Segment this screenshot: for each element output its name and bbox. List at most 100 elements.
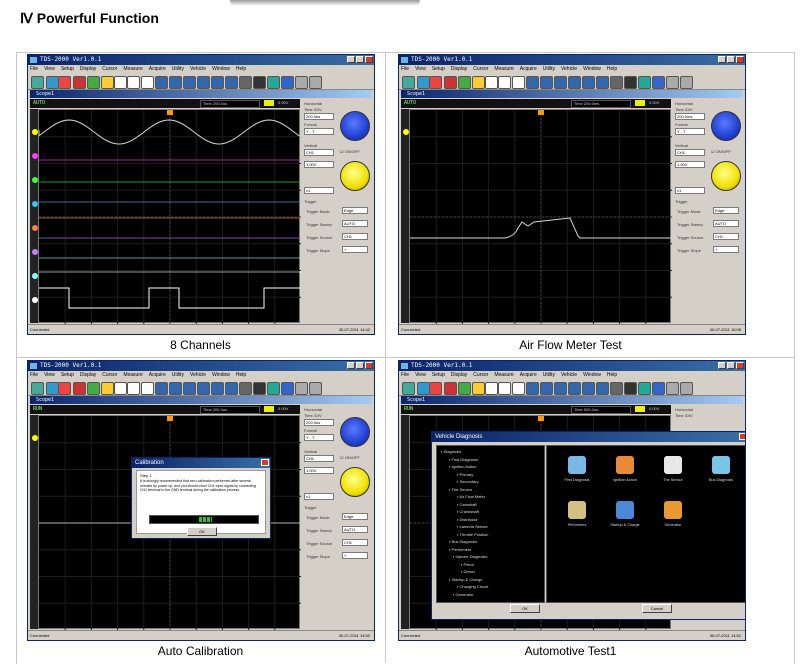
tree-item[interactable]: ▪ Bus Diagnosis (449, 539, 477, 544)
tree-item[interactable]: ▪ Startup & Charge (449, 577, 482, 582)
volt-knob[interactable] (340, 161, 370, 191)
window-titlebar[interactable]: TDS-2000 Ver1.0.1 (399, 55, 745, 65)
step-icon[interactable] (253, 382, 266, 395)
window-titlebar[interactable]: TDS-2000 Ver1.0.1 (28, 361, 374, 371)
trigger-slope-select[interactable]: + (342, 552, 368, 559)
menu-item-utility[interactable]: Utility (543, 371, 555, 379)
maximize-button[interactable] (356, 56, 364, 63)
menu-item-measure[interactable]: Measure (494, 371, 513, 379)
time-knob[interactable] (340, 417, 370, 447)
open-icon[interactable] (31, 382, 44, 395)
tree-item[interactable]: ▪ Primary (457, 472, 473, 477)
math-icon[interactable] (155, 76, 168, 89)
print-icon[interactable] (73, 382, 86, 395)
menu-item-utility[interactable]: Utility (172, 65, 184, 73)
replay-icon[interactable] (568, 382, 581, 395)
channel-select[interactable]: CH1 (304, 455, 334, 462)
tree-item[interactable]: ▪ Lambda Sensor (457, 524, 488, 529)
menu-item-utility[interactable]: Utility (543, 65, 555, 73)
ref-icon[interactable] (211, 76, 224, 89)
zoom-in-icon[interactable] (638, 76, 651, 89)
trigger-mode-select[interactable]: Edge (713, 207, 739, 214)
menu-item-display[interactable]: Display (451, 65, 467, 73)
volt-knob[interactable] (340, 467, 370, 497)
tree-item[interactable]: ▪ Throttle Position (457, 532, 488, 537)
vehicle-close-button[interactable] (739, 433, 745, 440)
channel-select[interactable]: CH1 (304, 149, 334, 156)
stop-icon[interactable] (225, 382, 238, 395)
cursor-v-icon[interactable] (114, 382, 127, 395)
diagnosis-option[interactable]: Ignition Action (605, 456, 645, 494)
volt-div-select[interactable]: 1.00V (304, 467, 334, 474)
tree-item[interactable]: ▪ Charging Circuit (457, 584, 488, 589)
trigger-position-marker[interactable] (167, 110, 173, 115)
time-knob[interactable] (711, 111, 741, 141)
export-icon[interactable] (58, 76, 71, 89)
record-icon[interactable] (183, 382, 196, 395)
step-icon[interactable] (253, 76, 266, 89)
stop-icon[interactable] (225, 76, 238, 89)
play-icon[interactable] (239, 382, 252, 395)
zoom-out-icon[interactable] (281, 76, 294, 89)
settings-icon[interactable] (87, 76, 100, 89)
fft-icon[interactable] (540, 76, 553, 89)
trigger-sweep-select[interactable]: AUTO (342, 526, 368, 533)
math-icon[interactable] (155, 382, 168, 395)
probe-select[interactable]: x1 (675, 187, 705, 194)
open-icon[interactable] (402, 382, 415, 395)
stop-icon[interactable] (596, 382, 609, 395)
tree-item[interactable]: ▪ Distributor (457, 517, 478, 522)
menu-item-view[interactable]: View (44, 371, 55, 379)
tree-item[interactable]: ▪ Petrol (461, 562, 474, 567)
math-icon[interactable] (526, 382, 539, 395)
zoom-fit-icon[interactable] (666, 382, 679, 395)
diagnosis-option[interactable]: Generator (653, 501, 693, 539)
menu-item-acquire[interactable]: Acquire (520, 371, 537, 379)
help-icon[interactable] (680, 382, 693, 395)
menu-item-help[interactable]: Help (607, 371, 617, 379)
ref-icon[interactable] (582, 76, 595, 89)
play-icon[interactable] (239, 76, 252, 89)
close-button[interactable] (365, 56, 373, 63)
menu-item-help[interactable]: Help (607, 65, 617, 73)
menu-item-cursor[interactable]: Cursor (102, 371, 117, 379)
scope-display[interactable] (409, 109, 672, 324)
vehicle-cancel-button[interactable]: Cancel (642, 604, 672, 613)
tree-item[interactable]: ▪ Diagnosis (441, 449, 461, 454)
minimize-button[interactable] (718, 362, 726, 369)
stop-icon[interactable] (596, 76, 609, 89)
menu-item-acquire[interactable]: Acquire (520, 65, 537, 73)
menu-item-vehicle[interactable]: Vehicle (561, 371, 577, 379)
trigger-sweep-select[interactable]: AUTO (342, 220, 368, 227)
ref-icon[interactable] (582, 382, 595, 395)
calibration-close-button[interactable] (261, 459, 269, 466)
cursor-v-icon[interactable] (485, 382, 498, 395)
menu-item-vehicle[interactable]: Vehicle (190, 65, 206, 73)
format-select[interactable]: Y - T (304, 128, 334, 135)
zoom-out-icon[interactable] (652, 382, 665, 395)
tree-item[interactable]: ▪ Ignition Action (449, 464, 476, 469)
close-button[interactable] (365, 362, 373, 369)
onoff-checkbox[interactable]: ☑ ON/OFF (711, 149, 731, 154)
time-knob[interactable] (340, 111, 370, 141)
tree-item[interactable]: ▪ Diesel (461, 569, 475, 574)
export-icon[interactable] (429, 76, 442, 89)
probe-select[interactable]: x1 (304, 493, 334, 500)
close-button[interactable] (736, 362, 744, 369)
menu-item-vehicle[interactable]: Vehicle (561, 65, 577, 73)
scope-display[interactable] (38, 109, 301, 324)
cursor-t-icon[interactable] (127, 382, 140, 395)
window-titlebar[interactable]: TDS-2000 Ver1.0.1 (28, 55, 374, 65)
maximize-button[interactable] (727, 56, 735, 63)
play-icon[interactable] (610, 382, 623, 395)
zoom-in-icon[interactable] (267, 382, 280, 395)
cursor-v-icon[interactable] (114, 76, 127, 89)
help-icon[interactable] (309, 382, 322, 395)
trigger-source-select[interactable]: CH1 (342, 233, 368, 240)
menu-item-measure[interactable]: Measure (494, 65, 513, 73)
menu-item-file[interactable]: File (30, 65, 38, 73)
measure-icon[interactable] (141, 76, 154, 89)
channel-select[interactable]: CH1 (675, 149, 705, 156)
measure-icon[interactable] (512, 382, 525, 395)
trigger-slope-select[interactable]: + (342, 246, 368, 253)
